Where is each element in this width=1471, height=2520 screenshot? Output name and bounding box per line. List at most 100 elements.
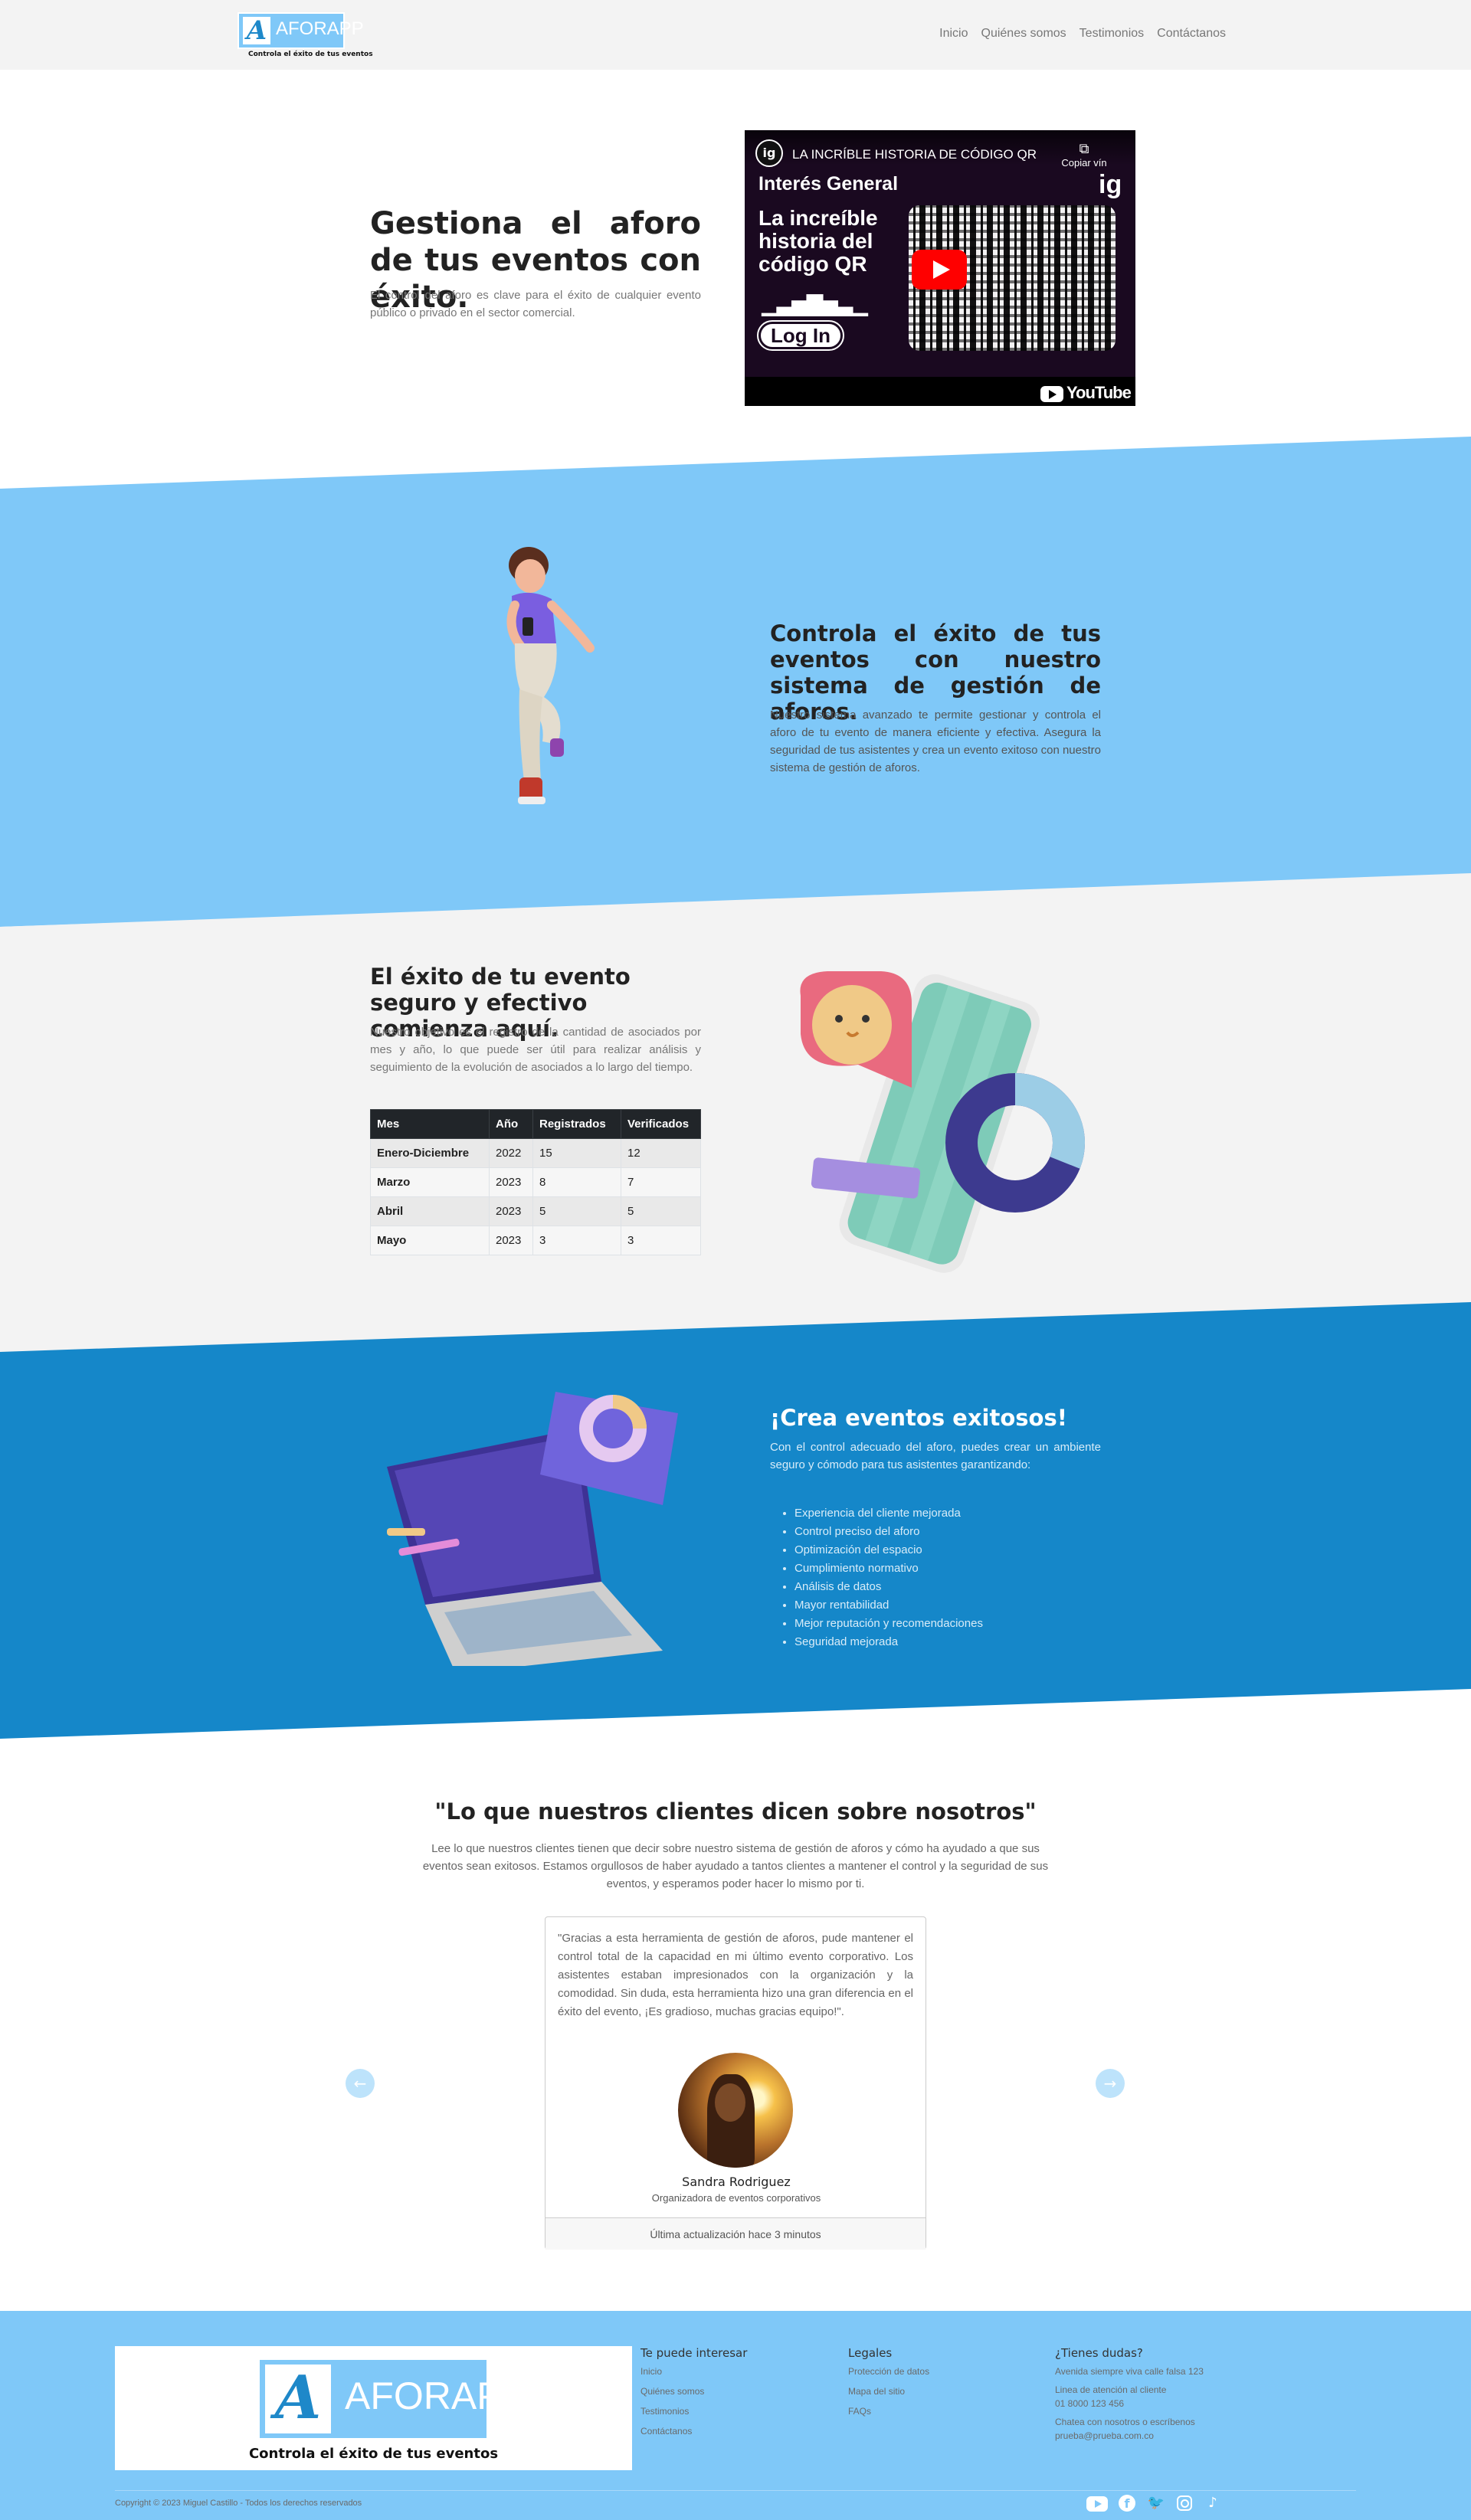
- associates-table: Mes Año Registrados Verificados Enero-Di…: [370, 1109, 701, 1255]
- footer-phone-label: Linea de atención al cliente: [1055, 2384, 1167, 2395]
- testimonials-title: "Lo que nuestros clientes dicen sobre no…: [434, 1798, 1037, 1825]
- table-cell: 2022: [489, 1138, 533, 1168]
- list-item: Cumplimiento normativo: [794, 1559, 1101, 1578]
- footer-divider: [115, 2490, 1356, 2491]
- table-row: Marzo 2023 8 7: [370, 1167, 701, 1197]
- footer-col-contact: ¿Tienes dudas? Avenida siempre viva call…: [1055, 2346, 1247, 2447]
- table-header-ano: Año: [489, 1109, 533, 1139]
- thumbnail-channel-name: Interés General: [758, 173, 899, 195]
- tiktok-icon[interactable]: ♪: [1203, 2495, 1223, 2512]
- table-row: Enero-Diciembre 2022 15 12: [370, 1138, 701, 1168]
- section4-title: ¡Crea eventos exitosos!: [770, 1405, 1067, 1431]
- footer-copyright: Copyright © 2023 Miguel Castillo - Todos…: [115, 2499, 362, 2508]
- logo-word: AFORAPP: [345, 2374, 528, 2417]
- list-item: Seguridad mejorada: [794, 1633, 1101, 1651]
- footer-chat-label: Chatea con nosotros o escríbenos: [1055, 2417, 1195, 2427]
- list-item: Análisis de datos: [794, 1578, 1101, 1596]
- social-links: f 🐦 ♪: [1086, 2495, 1223, 2512]
- laptop-illustration: [387, 1392, 678, 1666]
- section-grey-background: [0, 873, 1471, 1356]
- table-header-mes: Mes: [370, 1109, 490, 1139]
- nav-link-contactanos[interactable]: Contáctanos: [1157, 27, 1226, 41]
- table-row: Abril 2023 5 5: [370, 1196, 701, 1226]
- twitter-icon[interactable]: 🐦: [1146, 2495, 1166, 2512]
- footer-logo[interactable]: A AFORAPP Controla el éxito de tus event…: [115, 2346, 632, 2470]
- table-cell: Enero-Diciembre: [370, 1138, 490, 1168]
- table-cell: 2023: [489, 1196, 533, 1226]
- table-cell: 8: [532, 1167, 621, 1197]
- logo-tagline: Controla el éxito de tus eventos: [248, 51, 373, 58]
- phone-chart-illustration: [800, 971, 1085, 1273]
- youtube-icon[interactable]: [1086, 2496, 1108, 2512]
- arrow-left-icon: ←: [353, 2074, 367, 2093]
- brand-logo[interactable]: A AFORAPP Controla el éxito de tus event…: [238, 12, 373, 58]
- video-title[interactable]: LA INCRÍBLE HISTORIA DE CÓDIGO QR: [792, 147, 1037, 162]
- table-header-verificados: Verificados: [621, 1109, 701, 1139]
- footer-col-legal: Legales Protección de datos Mapa del sit…: [848, 2346, 1040, 2424]
- testimonial-role: Organizadora de eventos corporativos: [651, 2192, 821, 2204]
- instagram-icon[interactable]: [1177, 2495, 1192, 2511]
- footer-link-contactanos[interactable]: Contáctanos: [640, 2424, 832, 2438]
- soundwave-icon: ▁▃▅▇▅▃▁: [762, 291, 868, 316]
- section-light-blue-background: [0, 437, 1471, 927]
- list-item: Experiencia del cliente mejorada: [794, 1504, 1101, 1523]
- footer-address: Avenida siempre viva calle falsa 123: [1055, 2366, 1204, 2377]
- carousel-prev-button[interactable]: ←: [346, 2069, 375, 2098]
- youtube-label: YouTube: [1066, 383, 1132, 402]
- benefits-list: Experiencia del cliente mejorada Control…: [794, 1504, 1101, 1651]
- youtube-logo[interactable]: YouTube: [1040, 383, 1132, 403]
- logo-letter: A: [260, 2360, 336, 2438]
- table-cell: 3: [621, 1226, 701, 1255]
- youtube-video-embed[interactable]: ig LA INCRÍBLE HISTORIA DE CÓDIGO QR ⧉ C…: [745, 130, 1135, 406]
- footer-link-data-protection[interactable]: Protección de datos: [848, 2365, 1040, 2378]
- table-row: Mayo 2023 3 3: [370, 1226, 701, 1255]
- copy-link-label: Copiar vín: [1061, 157, 1107, 169]
- footer-col-title: Te puede interesar: [640, 2346, 748, 2360]
- section4-text: Con el control adecuado del aforo, puede…: [770, 1441, 1101, 1471]
- table-cell: Mayo: [370, 1226, 490, 1255]
- copy-icon: ⧉: [1079, 141, 1089, 156]
- footer-link-quienes-somos[interactable]: Quiénes somos: [640, 2384, 832, 2398]
- table-cell: 12: [621, 1138, 701, 1168]
- carousel-next-button[interactable]: →: [1096, 2069, 1125, 2098]
- nav-link-quienes-somos[interactable]: Quiénes somos: [981, 27, 1066, 41]
- footer-col-title: Legales: [848, 2346, 893, 2360]
- footer-phone[interactable]: 01 8000 123 456: [1055, 2397, 1247, 2410]
- footer-link-faqs[interactable]: FAQs: [848, 2404, 1040, 2418]
- table-cell: 2023: [489, 1167, 533, 1197]
- channel-watermark: ig: [1099, 170, 1122, 199]
- testimonials-text: Lee lo que nuestros clientes tienen que …: [422, 1842, 1049, 1890]
- play-button[interactable]: [912, 250, 967, 290]
- table-cell: 5: [621, 1196, 701, 1226]
- section3-text: Nuestro objetivo es el registro de la ca…: [370, 1026, 701, 1074]
- avatar: [678, 2053, 793, 2168]
- logo-word: AFORAPP: [276, 18, 364, 39]
- copy-link-button[interactable]: ⧉ Copiar vín: [1057, 141, 1111, 169]
- table-header-row: Mes Año Registrados Verificados: [370, 1109, 701, 1139]
- nav-link-testimonios[interactable]: Testimonios: [1079, 27, 1144, 41]
- logo-tagline: Controla el éxito de tus eventos: [248, 2446, 499, 2462]
- footer-link-sitemap[interactable]: Mapa del sitio: [848, 2384, 1040, 2398]
- footer-link-inicio[interactable]: Inicio: [640, 2365, 832, 2378]
- footer-col-title: ¿Tienes dudas?: [1055, 2346, 1143, 2360]
- facebook-icon[interactable]: f: [1119, 2495, 1135, 2512]
- table-cell: Marzo: [370, 1167, 490, 1197]
- nav-link-inicio[interactable]: Inicio: [939, 27, 968, 41]
- person-with-phone-illustration: [506, 547, 595, 804]
- table-cell: 15: [532, 1138, 621, 1168]
- footer-link-testimonios[interactable]: Testimonios: [640, 2404, 832, 2418]
- thumbnail-login-badge: Log In: [757, 320, 844, 351]
- testimonial-updated: Última actualización hace 3 minutos: [545, 2217, 926, 2250]
- table-cell: Abril: [370, 1196, 490, 1226]
- testimonial-quote: "Gracias a esta herramienta de gestión d…: [558, 1932, 913, 2018]
- channel-avatar[interactable]: ig: [755, 139, 783, 167]
- list-item: Control preciso del aforo: [794, 1523, 1101, 1541]
- section-blue-background: [0, 1302, 1471, 1739]
- table-cell: 7: [621, 1167, 701, 1197]
- arrow-right-icon: →: [1103, 2074, 1117, 2093]
- testimonial-name: Sandra Rodriguez: [682, 2175, 791, 2189]
- thumbnail-headline: La increíble historia del código QR: [758, 206, 878, 276]
- table-cell: 3: [532, 1226, 621, 1255]
- footer-email[interactable]: prueba@prueba.com.co: [1055, 2429, 1247, 2443]
- hero-text: El control del aforo es clave para el éx…: [370, 289, 701, 319]
